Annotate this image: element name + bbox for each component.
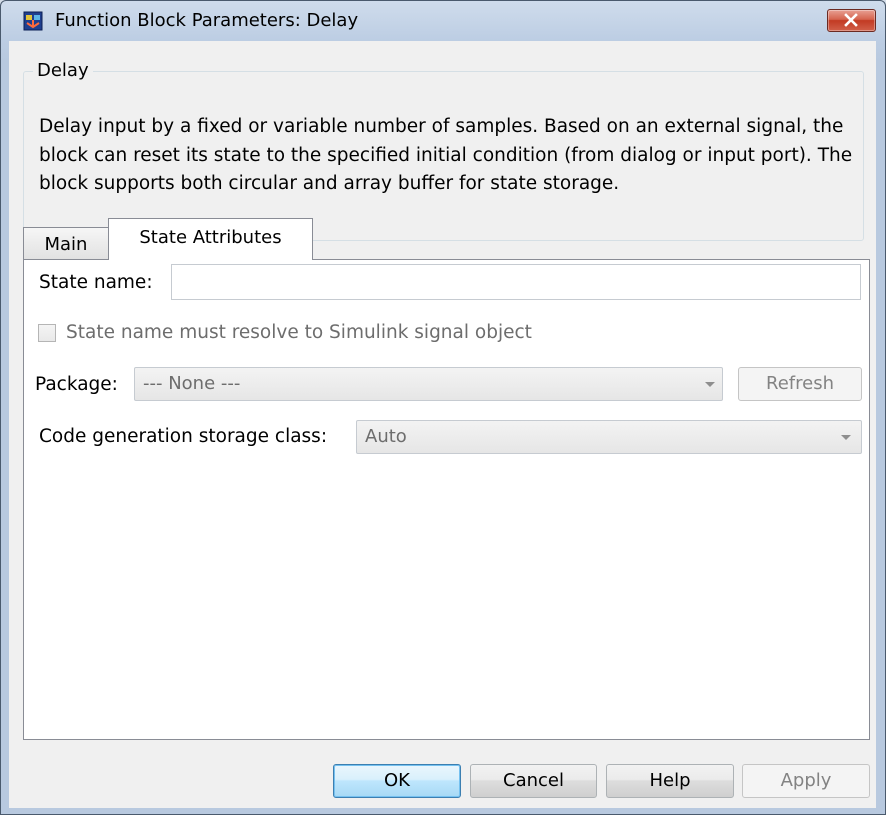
dialog-client-area: Delay Delay input by a fixed or variable…	[9, 41, 876, 808]
group-legend: Delay	[33, 59, 93, 83]
refresh-button[interactable]: Refresh	[738, 367, 862, 401]
package-dropdown[interactable]: --- None ---	[134, 367, 723, 401]
dialog-window: Function Block Parameters: Delay Delay D…	[0, 0, 886, 815]
resolve-signal-checkbox-label: State name must resolve to Simulink sign…	[66, 322, 532, 343]
resolve-signal-checkbox[interactable]	[38, 324, 56, 342]
package-label: Package:	[35, 374, 118, 395]
state-name-input[interactable]	[171, 264, 861, 300]
apply-button[interactable]: Apply	[742, 764, 870, 798]
storage-class-label: Code generation storage class:	[39, 426, 328, 447]
state-name-label: State name:	[39, 272, 153, 293]
chevron-down-icon	[705, 382, 715, 387]
simulink-block-icon	[23, 11, 43, 31]
close-icon	[844, 13, 858, 27]
close-button[interactable]	[827, 9, 876, 32]
package-value: --- None ---	[143, 373, 241, 394]
window-title: Function Block Parameters: Delay	[55, 10, 359, 31]
help-button[interactable]: Help	[606, 764, 734, 798]
cancel-button[interactable]: Cancel	[470, 764, 597, 798]
tab-state-attributes[interactable]: State Attributes	[108, 218, 313, 260]
storage-class-value: Auto	[365, 426, 407, 447]
tab-main[interactable]: Main	[23, 227, 109, 259]
title-bar[interactable]: Function Block Parameters: Delay	[1, 1, 885, 41]
storage-class-dropdown[interactable]: Auto	[356, 420, 862, 454]
block-description: Delay input by a fixed or variable numbe…	[39, 116, 853, 194]
ok-button[interactable]: OK	[333, 764, 461, 798]
chevron-down-icon	[841, 435, 851, 440]
